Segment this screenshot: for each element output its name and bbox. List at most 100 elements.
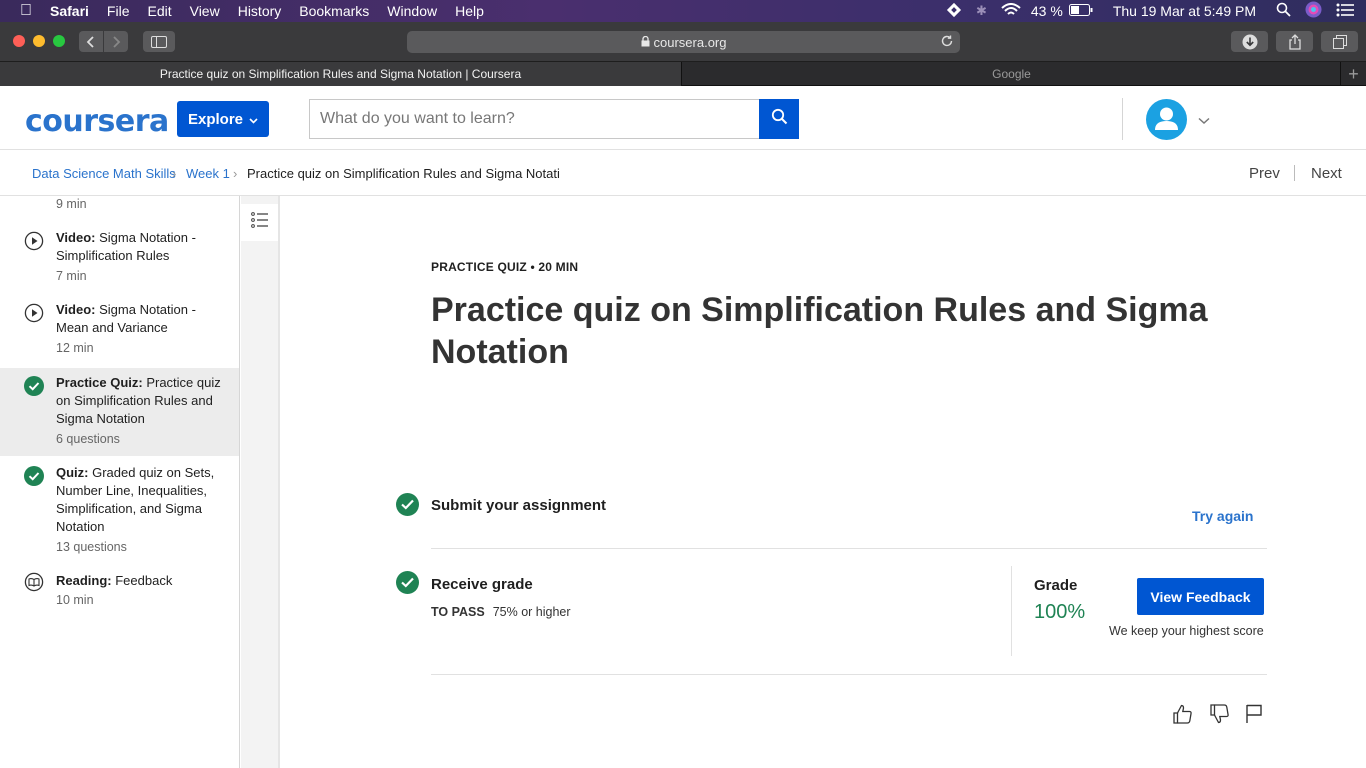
item-meta: 13 questions bbox=[56, 540, 127, 554]
battery-percent: 43 % bbox=[1030, 3, 1063, 19]
sidebar-item-video-simplification[interactable]: Video: Sigma Notation - Simplification R… bbox=[0, 220, 239, 292]
tab-overview-button[interactable] bbox=[1321, 31, 1358, 52]
breadcrumb-week[interactable]: Week 1 bbox=[186, 166, 230, 181]
url-text: coursera.org bbox=[653, 34, 727, 50]
coursera-logo[interactable]: coursera bbox=[25, 104, 169, 139]
menu-help[interactable]: Help bbox=[455, 3, 484, 19]
breadcrumb: Data Science Math Skills › Week 1 › Prac… bbox=[0, 151, 1366, 196]
battery-icon[interactable] bbox=[1068, 3, 1093, 19]
share-button[interactable] bbox=[1276, 31, 1313, 52]
tab-coursera[interactable]: Practice quiz on Simplification Rules an… bbox=[0, 62, 682, 86]
item-meta: 6 questions bbox=[56, 432, 120, 446]
item-meta: 12 min bbox=[56, 341, 94, 355]
next-link[interactable]: Next bbox=[1311, 165, 1342, 182]
check-circle-icon bbox=[396, 571, 419, 594]
sidebar-item-practice-quiz[interactable]: Practice Quiz: Practice quiz on Simplifi… bbox=[0, 368, 239, 456]
list-icon bbox=[250, 212, 269, 233]
sidebar-item-video-mean-variance[interactable]: Video: Sigma Notation - Mean and Varianc… bbox=[0, 292, 239, 364]
item-meta: 7 min bbox=[56, 269, 87, 283]
spotlight-search-icon[interactable] bbox=[1276, 2, 1291, 20]
apple-icon[interactable]:  bbox=[20, 2, 32, 20]
avatar[interactable] bbox=[1146, 99, 1187, 140]
chevron-down-icon bbox=[249, 111, 258, 128]
play-circle-icon bbox=[24, 303, 44, 323]
thumbs-down-icon[interactable] bbox=[1209, 703, 1231, 725]
forward-button[interactable] bbox=[104, 31, 128, 52]
divider bbox=[431, 674, 1267, 675]
to-pass-label: TO PASS bbox=[431, 605, 485, 619]
menu-history[interactable]: History bbox=[238, 3, 282, 19]
bluetooth-icon[interactable]: ✱ bbox=[976, 3, 987, 19]
search-placeholder: What do you want to learn? bbox=[320, 110, 515, 127]
item-type: Quiz: bbox=[56, 465, 89, 480]
address-bar[interactable]: coursera.org bbox=[407, 31, 960, 53]
search-icon bbox=[771, 108, 788, 130]
tab-google[interactable]: Google bbox=[683, 62, 1340, 86]
flag-icon[interactable] bbox=[1244, 703, 1266, 725]
page-title: Practice quiz on Simplification Rules an… bbox=[431, 291, 1208, 371]
menu-edit[interactable]: Edit bbox=[147, 3, 171, 19]
breadcrumb-chevron-icon: › bbox=[233, 166, 238, 181]
close-window-button[interactable] bbox=[13, 35, 25, 47]
item-title: Quiz: Graded quiz on Sets, Number Line, … bbox=[56, 464, 221, 536]
breadcrumb-current: Practice quiz on Simplification Rules an… bbox=[247, 166, 560, 181]
toggle-outline-button[interactable] bbox=[241, 204, 278, 241]
search-button[interactable] bbox=[759, 99, 799, 139]
nav-divider bbox=[1294, 165, 1295, 181]
check-circle-icon bbox=[24, 466, 44, 486]
zoom-window-button[interactable] bbox=[53, 35, 65, 47]
reload-icon[interactable] bbox=[940, 34, 954, 51]
item-meta: 9 min bbox=[56, 197, 87, 211]
item-eyebrow: PRACTICE QUIZ • 20 MIN bbox=[431, 260, 579, 274]
lock-icon bbox=[641, 35, 650, 50]
downloads-button[interactable] bbox=[1231, 31, 1268, 52]
item-title: Reading: Feedback bbox=[56, 572, 221, 590]
account-chevron-down-icon[interactable] bbox=[1198, 112, 1210, 130]
siri-icon[interactable] bbox=[1305, 1, 1322, 21]
item-meta: 10 min bbox=[56, 593, 94, 607]
prev-link[interactable]: Prev bbox=[1249, 165, 1280, 182]
item-type: Video: bbox=[56, 230, 96, 245]
item-name: Feedback bbox=[111, 573, 173, 588]
diamond-status-icon[interactable] bbox=[946, 2, 962, 21]
thumbs-up-icon[interactable] bbox=[1172, 703, 1194, 725]
item-type: Practice Quiz: bbox=[56, 375, 143, 390]
receive-grade-label: Receive grade bbox=[431, 576, 533, 593]
to-pass-value: 75% or higher bbox=[492, 605, 571, 619]
wifi-icon[interactable] bbox=[1001, 2, 1021, 20]
grade-value: 100% bbox=[1034, 601, 1086, 623]
breadcrumb-course[interactable]: Data Science Math Skills bbox=[32, 166, 176, 181]
new-tab-button[interactable]: + bbox=[1340, 62, 1366, 86]
menu-file[interactable]: File bbox=[107, 3, 130, 19]
grade-divider bbox=[1011, 566, 1012, 656]
sidebar-item-graded-quiz[interactable]: Quiz: Graded quiz on Sets, Number Line, … bbox=[0, 458, 239, 558]
to-pass-requirement: TO PASS 75% or higher bbox=[431, 605, 571, 619]
tab-bar: Practice quiz on Simplification Rules an… bbox=[0, 62, 1366, 86]
try-again-link[interactable]: Try again bbox=[1192, 508, 1253, 524]
notification-center-icon[interactable] bbox=[1336, 3, 1354, 20]
search-input[interactable]: What do you want to learn? bbox=[309, 99, 760, 139]
menu-bookmarks[interactable]: Bookmarks bbox=[299, 3, 369, 19]
explore-button[interactable]: Explore bbox=[177, 101, 269, 137]
browser-toolbar: coursera.org bbox=[0, 22, 1366, 62]
course-sidebar: 9 min Video: Sigma Notation - Simplifica… bbox=[0, 196, 240, 768]
item-type: Video: bbox=[56, 302, 96, 317]
explore-label: Explore bbox=[187, 110, 244, 128]
grade-label: Grade bbox=[1034, 577, 1078, 594]
minimize-window-button[interactable] bbox=[33, 35, 45, 47]
sidebar-item-reading-feedback[interactable]: Reading: Feedback 10 min bbox=[0, 566, 239, 616]
clock[interactable]: Thu 19 Mar at 5:49 PM bbox=[1113, 3, 1256, 19]
sidebar-toggle-button[interactable] bbox=[143, 31, 175, 52]
view-feedback-button[interactable]: View Feedback bbox=[1137, 578, 1264, 615]
back-button[interactable] bbox=[79, 31, 103, 52]
menu-app-safari[interactable]: Safari bbox=[50, 3, 89, 19]
menu-window[interactable]: Window bbox=[387, 3, 437, 19]
menu-view[interactable]: View bbox=[190, 3, 220, 19]
submit-assignment-label: Submit your assignment bbox=[431, 497, 607, 514]
breadcrumb-chevron-icon: › bbox=[172, 166, 177, 181]
item-title: Video: Sigma Notation - Mean and Varianc… bbox=[56, 301, 221, 337]
sidebar-item-previous[interactable]: 9 min bbox=[0, 196, 239, 220]
book-icon bbox=[24, 572, 44, 592]
macos-menu-bar:  Safari File Edit View History Bookmark… bbox=[0, 0, 1366, 22]
item-title: Practice Quiz: Practice quiz on Simplifi… bbox=[56, 374, 221, 428]
